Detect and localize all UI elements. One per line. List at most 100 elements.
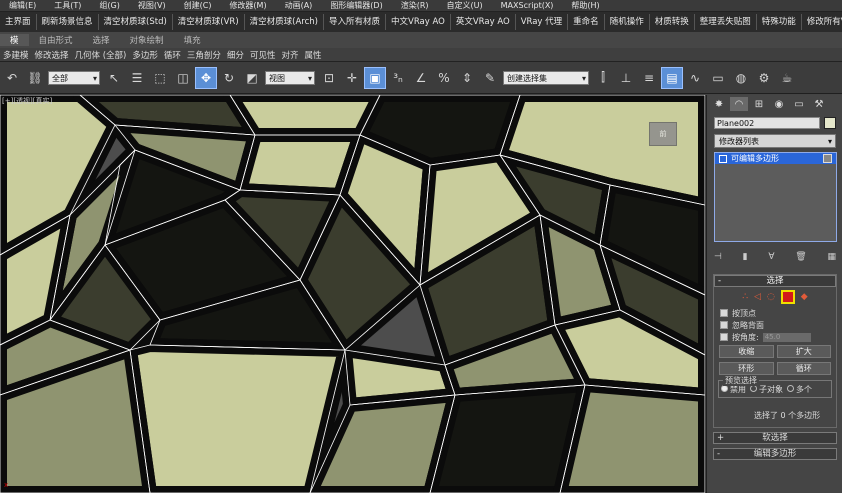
selection-rollout-header[interactable]: - 选择 [714, 275, 836, 287]
script-button-1[interactable]: 刷新场景信息 [37, 14, 99, 30]
by-angle-checkbox[interactable] [720, 333, 728, 341]
shrink-button[interactable]: 收缩 [719, 345, 774, 358]
menu-item-11[interactable]: 帮助(H) [562, 0, 608, 11]
show-end-result-icon[interactable]: ▮ [743, 252, 748, 262]
ribbon-tool-9[interactable]: 属性 [301, 49, 324, 61]
loop-button[interactable]: 循环 [776, 362, 831, 375]
make-unique-icon[interactable]: ∀ [768, 252, 774, 262]
script-button-12[interactable]: 整理丢失贴图 [695, 14, 757, 30]
mesh-polygon[interactable] [553, 378, 705, 493]
ignore-backfacing-checkbox[interactable] [720, 321, 728, 329]
script-button-11[interactable]: 材质转换 [650, 14, 695, 30]
object-name-field[interactable] [714, 117, 820, 129]
script-button-14[interactable]: 修改所有VRayMtl [802, 14, 842, 30]
expand-icon[interactable] [719, 154, 727, 163]
keyboard-shortcut-override-icon[interactable]: ▣ [364, 66, 386, 89]
stack-item-editable-poly[interactable]: 可编辑多边形 [715, 153, 836, 164]
create-tab-icon[interactable]: ✸ [710, 97, 728, 111]
vertex-level-icon[interactable]: ∴ [742, 292, 748, 302]
edit-polygons-rollout[interactable]: - 编辑多边形 [713, 448, 837, 460]
edit-named-selection-icon[interactable]: ✎ [480, 68, 500, 88]
border-level-icon[interactable]: ◌ [767, 292, 775, 302]
window-crossing-icon[interactable]: ◫ [173, 68, 193, 88]
display-tab-icon[interactable]: ▭ [790, 97, 808, 111]
by-angle-option[interactable]: 按角度: 45.0 [714, 331, 836, 343]
menu-item-4[interactable]: 创建(C) [175, 0, 221, 11]
script-button-9[interactable]: 重命名 [568, 14, 605, 30]
link-icon[interactable]: ⛓ [25, 68, 45, 88]
polygon-level-icon[interactable] [780, 290, 795, 304]
material-editor-icon[interactable]: ◍ [731, 68, 751, 88]
ribbon-tab-1[interactable]: 自由形式 [29, 34, 83, 46]
pin-stack-icon[interactable]: ⊣ [714, 252, 722, 262]
menu-item-0[interactable]: 编辑(E) [0, 0, 45, 11]
perspective-viewport[interactable]: [+][透视][真实] x [0, 95, 705, 493]
ribbon-tab-3[interactable]: 对象绘制 [120, 34, 174, 46]
script-button-7[interactable]: 英文VRay AO [451, 14, 516, 30]
script-button-0[interactable]: 主界面 [0, 14, 37, 30]
ribbon-tool-5[interactable]: 三角剖分 [184, 49, 224, 61]
snap-toggle-icon[interactable]: ³ₙ [388, 68, 408, 88]
menu-item-9[interactable]: 自定义(U) [438, 0, 492, 11]
utilities-tab-icon[interactable]: ⚒ [810, 97, 828, 111]
by-vertex-option[interactable]: 按顶点 [714, 307, 836, 319]
script-button-10[interactable]: 随机操作 [605, 14, 650, 30]
menu-item-6[interactable]: 动画(A) [276, 0, 322, 11]
configure-sets-icon[interactable]: ▦ [827, 252, 836, 262]
script-button-5[interactable]: 导入所有材质 [324, 14, 386, 30]
ribbon-tool-2[interactable]: 几何体 (全部) [72, 49, 130, 61]
soft-selection-rollout[interactable]: + 软选择 [713, 432, 837, 444]
angle-spinner[interactable]: 45.0 [762, 332, 811, 342]
element-level-icon[interactable]: ◆ [801, 292, 808, 302]
scene-explorer-icon[interactable]: ▤ [661, 66, 683, 89]
modifier-list-dropdown[interactable]: 修改器列表 [714, 134, 836, 149]
select-by-name-icon[interactable]: ☰ [127, 68, 147, 88]
render-icon[interactable]: ☕ [777, 68, 797, 88]
menu-item-1[interactable]: 工具(T) [45, 0, 90, 11]
edge-level-icon[interactable]: ◁ [754, 292, 761, 302]
ribbon-tool-4[interactable]: 循环 [161, 49, 184, 61]
angle-snap-icon[interactable]: ∠ [411, 68, 431, 88]
ribbon-tool-8[interactable]: 对齐 [278, 49, 301, 61]
by-vertex-checkbox[interactable] [720, 309, 728, 317]
ignore-backfacing-option[interactable]: 忽略背面 [714, 319, 836, 331]
select-move-icon[interactable]: ✥ [195, 66, 217, 89]
pivot-center-icon[interactable]: ⊡ [319, 68, 339, 88]
preview-multi-radio[interactable]: 多个 [787, 384, 812, 395]
ribbon-tool-0[interactable]: 多建模 [0, 49, 32, 61]
reference-coord-dropdown[interactable]: 视图 [265, 70, 315, 86]
viewport-label[interactable]: [+][透视][真实] [2, 96, 52, 106]
script-button-13[interactable]: 特殊功能 [757, 14, 802, 30]
stack-toggle-icon[interactable] [823, 154, 832, 163]
manipulate-icon[interactable]: ✛ [342, 68, 362, 88]
layer-manager-icon[interactable]: ≡ [639, 68, 659, 88]
named-selection-dropdown[interactable]: 创建选择集 [503, 70, 589, 86]
menu-item-8[interactable]: 渲染(R) [392, 0, 438, 11]
render-setup-icon[interactable]: ⚙ [754, 68, 774, 88]
script-button-4[interactable]: 清空材质球(Arch) [245, 14, 324, 30]
ribbon-tool-7[interactable]: 可见性 [247, 49, 279, 61]
menu-item-5[interactable]: 修改器(M) [220, 0, 275, 11]
rectangle-selection-icon[interactable]: ⬚ [150, 68, 170, 88]
selection-filter-dropdown[interactable]: 全部 [48, 70, 100, 86]
percent-snap-icon[interactable]: % [434, 68, 454, 88]
menu-item-10[interactable]: MAXScript(X) [492, 0, 563, 11]
menu-item-7[interactable]: 图形编辑器(D) [321, 0, 391, 11]
script-button-6[interactable]: 中文VRay AO [386, 14, 451, 30]
ribbon-tab-2[interactable]: 选择 [83, 34, 120, 46]
script-button-2[interactable]: 清空材质球(Std) [99, 14, 173, 30]
select-rotate-icon[interactable]: ↻ [219, 68, 239, 88]
ribbon-tool-1[interactable]: 修改选择 [32, 49, 72, 61]
script-button-3[interactable]: 清空材质球(VR) [173, 14, 245, 30]
modify-tab-icon[interactable]: ◠ [730, 97, 748, 111]
align-icon[interactable]: ⊥ [616, 68, 636, 88]
curve-editor-icon[interactable]: ∿ [685, 68, 705, 88]
menu-item-3[interactable]: 视图(V) [129, 0, 175, 11]
schematic-view-icon[interactable]: ▭ [708, 68, 728, 88]
motion-tab-icon[interactable]: ◉ [770, 97, 788, 111]
object-color-swatch[interactable] [824, 117, 836, 129]
script-button-8[interactable]: VRay 代理 [516, 14, 569, 30]
menu-item-2[interactable]: 组(G) [90, 0, 128, 11]
ribbon-tab-4[interactable]: 填充 [174, 34, 211, 46]
spinner-snap-icon[interactable]: ⇕ [457, 68, 477, 88]
